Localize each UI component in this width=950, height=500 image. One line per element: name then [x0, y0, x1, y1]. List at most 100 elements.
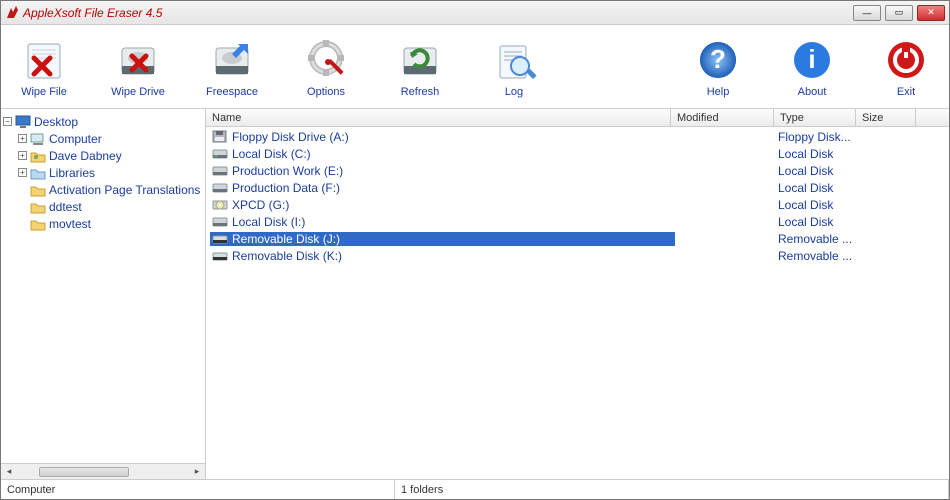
tree-item[interactable]: +Libraries	[3, 164, 203, 181]
tree-label: Dave Dabney	[49, 149, 122, 163]
row-name: Production Work (E:)	[232, 164, 343, 178]
log-icon	[490, 36, 538, 84]
row-type: Floppy Disk...	[778, 130, 860, 144]
desktop-icon	[15, 115, 31, 129]
list-row[interactable]: Local Disk (C:) Local Disk	[206, 145, 949, 162]
status-bar: Computer 1 folders	[1, 479, 949, 499]
tree-label: ddtest	[49, 200, 82, 214]
log-button[interactable]: Log	[479, 36, 549, 98]
drive-list: Name Modified Type Size Floppy Disk Driv…	[206, 109, 949, 479]
wipe-drive-icon	[114, 36, 162, 84]
exit-icon	[882, 36, 930, 84]
options-button[interactable]: Options	[291, 36, 361, 98]
tree-root[interactable]: − Desktop	[3, 113, 203, 130]
expand-icon[interactable]: +	[18, 168, 27, 177]
about-label: About	[798, 86, 827, 98]
libraries-icon	[30, 166, 46, 180]
status-right: 1 folders	[395, 480, 949, 499]
list-row[interactable]: Production Data (F:) Local Disk	[206, 179, 949, 196]
scroll-right-icon[interactable]: ▸	[189, 465, 205, 479]
maximize-button[interactable]: ▭	[885, 5, 913, 21]
tree-item[interactable]: movtest	[3, 215, 203, 232]
tree-item[interactable]: + Computer	[3, 130, 203, 147]
exit-label: Exit	[897, 86, 915, 98]
status-left: Computer	[1, 480, 395, 499]
row-type: Local Disk	[778, 181, 860, 195]
row-name: Floppy Disk Drive (A:)	[232, 130, 349, 144]
tree-label: Computer	[49, 132, 102, 146]
freespace-button[interactable]: Freespace	[197, 36, 267, 98]
list-row[interactable]: XPCD (G:)Local Disk	[206, 196, 949, 213]
removable-icon	[212, 232, 228, 245]
row-type: Local Disk	[778, 215, 860, 229]
about-button[interactable]: i About	[777, 36, 847, 98]
title-bar: AppleXsoft File Eraser 4.5 — ▭ ✕	[1, 1, 949, 25]
folder-icon	[30, 217, 46, 231]
cd-icon	[212, 198, 228, 211]
options-label: Options	[307, 86, 345, 98]
row-name: Local Disk (I:)	[232, 215, 305, 229]
floppy-icon	[212, 130, 228, 143]
list-row[interactable]: Removable Disk (K:) Removable ...	[206, 247, 949, 264]
list-row[interactable]: Floppy Disk Drive (A:) Floppy Disk...	[206, 128, 949, 145]
row-name: Production Data (F:)	[232, 181, 340, 195]
tree-item[interactable]: + Dave Dabney	[3, 147, 203, 164]
tree-label: Activation Page Translations	[49, 183, 200, 197]
toolbar: Wipe File Wipe Drive Freespace Options R…	[1, 25, 949, 109]
row-type: Local Disk	[778, 147, 860, 161]
tree-label: movtest	[49, 217, 91, 231]
refresh-label: Refresh	[401, 86, 440, 98]
app-logo-icon	[5, 6, 19, 20]
tree-scrollbar[interactable]: ◂ ▸	[1, 463, 205, 479]
wipe-file-button[interactable]: Wipe File	[9, 36, 79, 98]
exit-button[interactable]: Exit	[871, 36, 941, 98]
close-button[interactable]: ✕	[917, 5, 945, 21]
row-type: Local Disk	[778, 198, 860, 212]
about-icon: i	[788, 36, 836, 84]
tree-item[interactable]: Activation Page Translations	[3, 181, 203, 198]
help-label: Help	[707, 86, 730, 98]
row-type: Local Disk	[778, 164, 860, 178]
expand-icon[interactable]: +	[18, 134, 27, 143]
freespace-label: Freespace	[206, 86, 258, 98]
window-title: AppleXsoft File Eraser 4.5	[23, 6, 162, 20]
collapse-icon[interactable]: −	[3, 117, 12, 126]
refresh-button[interactable]: Refresh	[385, 36, 455, 98]
list-header[interactable]: Name Modified Type Size	[206, 109, 949, 127]
hdd-ext-icon	[212, 181, 228, 194]
row-type: Removable ...	[778, 232, 860, 246]
wipe-file-label: Wipe File	[21, 86, 67, 98]
row-name: Local Disk (C:)	[232, 147, 311, 161]
row-type: Removable ...	[778, 249, 860, 263]
row-name: Removable Disk (J:)	[232, 232, 340, 246]
folder-icon	[30, 183, 46, 197]
minimize-button[interactable]: —	[853, 5, 881, 21]
hdd-ext-icon	[212, 215, 228, 228]
col-size[interactable]: Size	[856, 109, 916, 126]
list-row[interactable]: Production Work (E:) Local Disk	[206, 162, 949, 179]
folder-icon	[30, 200, 46, 214]
computer-icon	[30, 132, 46, 146]
folder-tree[interactable]: − Desktop + Computer + Dave Dabney+Libraries A…	[1, 109, 206, 479]
help-button[interactable]: ? Help	[683, 36, 753, 98]
refresh-icon	[396, 36, 444, 84]
hdd-icon	[212, 147, 228, 160]
scroll-thumb[interactable]	[39, 467, 129, 477]
scroll-left-icon[interactable]: ◂	[1, 465, 17, 479]
user-folder-icon	[30, 149, 46, 163]
options-icon	[302, 36, 350, 84]
row-name: Removable Disk (K:)	[232, 249, 342, 263]
wipe-drive-label: Wipe Drive	[111, 86, 165, 98]
col-type[interactable]: Type	[774, 109, 856, 126]
expand-icon[interactable]: +	[18, 151, 27, 160]
list-row[interactable]: Removable Disk (J:) Removable ...	[206, 230, 949, 247]
freespace-icon	[208, 36, 256, 84]
col-name[interactable]: Name	[206, 109, 671, 126]
tree-label: Desktop	[34, 115, 78, 129]
tree-item[interactable]: ddtest	[3, 198, 203, 215]
hdd-ext-icon	[212, 164, 228, 177]
col-modified[interactable]: Modified	[671, 109, 774, 126]
wipe-drive-button[interactable]: Wipe Drive	[103, 36, 173, 98]
list-row[interactable]: Local Disk (I:) Local Disk	[206, 213, 949, 230]
help-icon: ?	[694, 36, 742, 84]
